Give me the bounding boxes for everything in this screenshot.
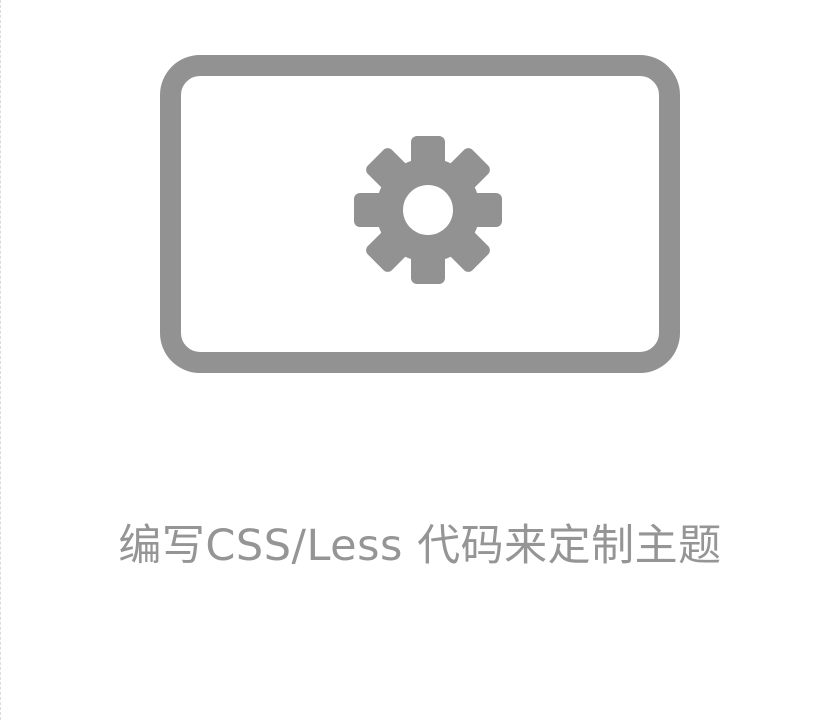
theme-customization-caption: 编写CSS/Less 代码来定制主题 [118, 521, 722, 571]
left-divider [0, 0, 1, 720]
gear-icon [354, 136, 502, 284]
